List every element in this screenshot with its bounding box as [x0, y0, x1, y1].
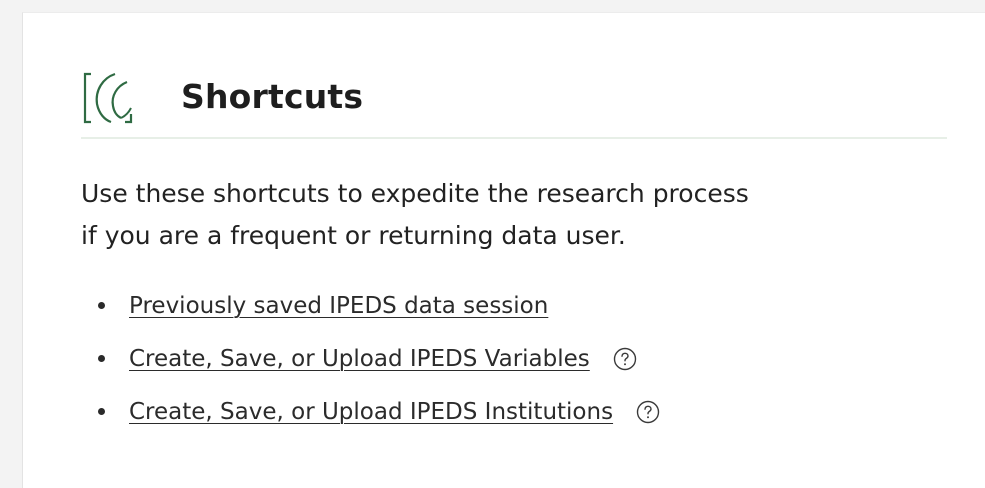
list-item: Create, Save, or Upload IPEDS Institutio…	[81, 385, 661, 438]
shortcuts-header: Shortcuts	[23, 13, 985, 153]
description-line-1: Use these shortcuts to expedite the rese…	[81, 179, 749, 208]
variables-link[interactable]: Create, Save, or Upload IPEDS Variables	[129, 346, 590, 372]
section-description: Use these shortcuts to expedite the rese…	[81, 173, 931, 257]
section-title: Shortcuts	[181, 77, 364, 116]
saved-session-link[interactable]: Previously saved IPEDS data session	[129, 293, 548, 319]
shortcuts-panel: Shortcuts Use these shortcuts to expedit…	[22, 12, 985, 488]
institutions-link[interactable]: Create, Save, or Upload IPEDS Institutio…	[129, 399, 613, 425]
shortcut-list: Previously saved IPEDS data session Crea…	[81, 279, 661, 438]
bullet-icon	[98, 355, 105, 362]
header-divider	[81, 137, 947, 139]
description-line-2: if you are a frequent or returning data …	[81, 221, 626, 250]
bullet-icon	[98, 302, 105, 309]
shortcuts-logo-icon	[81, 68, 137, 128]
question-circle-icon[interactable]	[635, 399, 661, 425]
question-circle-icon[interactable]	[612, 346, 638, 372]
list-item: Previously saved IPEDS data session	[81, 279, 661, 332]
list-item: Create, Save, or Upload IPEDS Variables	[81, 332, 661, 385]
bullet-icon	[98, 408, 105, 415]
